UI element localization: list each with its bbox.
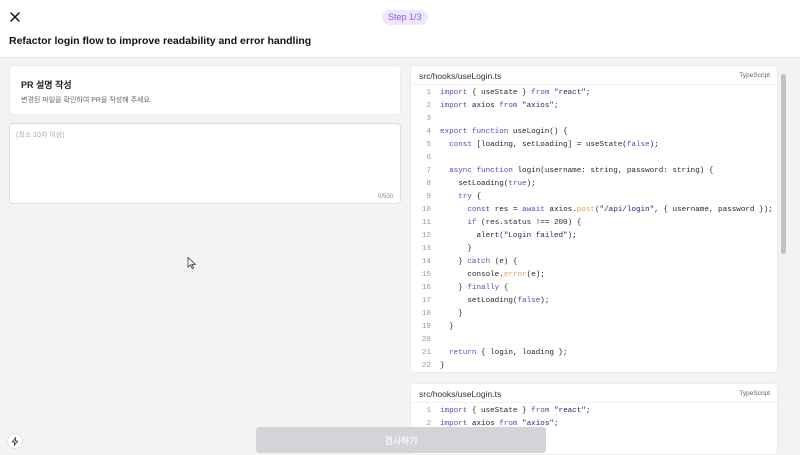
file-name: src/hooks/useLogin.ts bbox=[419, 389, 502, 399]
code-text: import { useState } from "react"; bbox=[440, 407, 591, 415]
line-number: 4 bbox=[426, 128, 431, 136]
code-text: } bbox=[440, 245, 472, 253]
line-number: 21 bbox=[421, 349, 431, 357]
line-number: 10 bbox=[421, 206, 431, 214]
pr-description-box: 0/500 bbox=[9, 123, 401, 204]
code-line: 2 import axios from "axios"; bbox=[411, 100, 777, 113]
code-text: import axios from "axios"; bbox=[440, 102, 559, 110]
close-button[interactable] bbox=[6, 8, 24, 26]
line-number: 13 bbox=[421, 245, 431, 253]
code-text: setLoading(false); bbox=[440, 297, 550, 305]
pr-description-card: PR 설명 작성 변경된 파일을 확인하여 PR을 작성해 주세요. bbox=[9, 65, 401, 115]
code-header: src/hooks/useLogin.ts TypeScript bbox=[411, 384, 777, 403]
code-body: 1 import { useState } from "react"; 2 impor… bbox=[411, 85, 777, 372]
code-line: 22} bbox=[411, 360, 777, 372]
code-line: 14 } catch (e) { bbox=[411, 256, 777, 269]
pr-description-subtitle: 변경된 파일을 확인하여 PR을 작성해 주세요. bbox=[21, 97, 152, 104]
line-number: 9 bbox=[426, 193, 431, 201]
code-viewer-1: src/hooks/useLogin.ts TypeScript 1 import… bbox=[410, 65, 778, 373]
code-line: 10 const res = await axios.post("/api/lo… bbox=[411, 204, 777, 217]
code-text: const [loading, setLoading] = useState(f… bbox=[449, 141, 659, 149]
code-line: 20 bbox=[411, 334, 777, 347]
char-count: 0/500 bbox=[377, 194, 393, 200]
line-number: 1 bbox=[426, 89, 431, 97]
submit-button[interactable]: 검사하기 bbox=[256, 427, 546, 453]
pr-description-input[interactable] bbox=[10, 124, 400, 203]
line-number: 22 bbox=[421, 362, 431, 370]
mouse-cursor-icon bbox=[187, 257, 197, 269]
code-text: try { bbox=[458, 193, 482, 201]
step-badge: Step 1/3 bbox=[382, 10, 428, 25]
line-number: 15 bbox=[421, 271, 431, 279]
file-name: src/hooks/useLogin.ts bbox=[419, 71, 502, 81]
code-text: } bbox=[440, 323, 454, 331]
line-number: 20 bbox=[421, 336, 431, 344]
code-text: const res = await axios.post("/api/login… bbox=[467, 206, 773, 214]
line-number: 16 bbox=[421, 284, 431, 292]
code-text: } catch (e) { bbox=[440, 258, 518, 266]
code-text: } bbox=[440, 310, 463, 318]
line-number: 11 bbox=[421, 219, 431, 227]
code-line: 17 setLoading(false); bbox=[411, 295, 777, 308]
line-number: 1 bbox=[426, 407, 431, 415]
code-text: return { login, loading }; bbox=[449, 349, 568, 357]
quick-action-button[interactable] bbox=[7, 433, 23, 449]
code-line: 19 } bbox=[411, 321, 777, 334]
code-line: 3 bbox=[411, 113, 777, 126]
close-icon bbox=[10, 12, 20, 22]
top-bar: Step 1/3 Refactor login flow to improve … bbox=[0, 0, 800, 58]
code-text: alert("Login failed"); bbox=[440, 232, 577, 240]
pr-description-title: PR 설명 작성 bbox=[21, 80, 72, 90]
line-number: 14 bbox=[421, 258, 431, 266]
code-line: 13 } bbox=[411, 243, 777, 256]
line-number: 7 bbox=[426, 167, 431, 175]
language-tag: TypeScript bbox=[739, 390, 770, 397]
code-text: import { useState } from "react"; bbox=[440, 89, 591, 97]
code-text: setLoading(true); bbox=[440, 180, 536, 188]
code-line: 7 async function login(username: string,… bbox=[411, 165, 777, 178]
code-text: async function login(username: string, p… bbox=[449, 167, 714, 175]
line-number: 3 bbox=[426, 115, 431, 123]
code-line: 5 const [loading, setLoading] = useState… bbox=[411, 139, 777, 152]
line-number: 17 bbox=[421, 297, 431, 305]
scrollbar-track[interactable] bbox=[781, 66, 787, 446]
code-line: 11 if (res.status !== 200) { bbox=[411, 217, 777, 230]
language-tag: TypeScript bbox=[739, 72, 770, 79]
line-number: 5 bbox=[426, 141, 431, 149]
line-number: 8 bbox=[426, 180, 431, 188]
code-line: 1 import { useState } from "react"; bbox=[411, 87, 777, 100]
code-text: if (res.status !== 200) { bbox=[467, 219, 582, 227]
line-number: 19 bbox=[421, 323, 431, 331]
line-number: 18 bbox=[421, 310, 431, 318]
code-text: console.error(e); bbox=[440, 271, 545, 279]
code-line: 1 import { useState } from "react"; bbox=[411, 405, 777, 418]
code-line: 9 try { bbox=[411, 191, 777, 204]
scrollbar-thumb[interactable] bbox=[781, 74, 786, 254]
code-line: 18 } bbox=[411, 308, 777, 321]
code-line: 15 console.error(e); bbox=[411, 269, 777, 282]
code-line: 8 setLoading(true); bbox=[411, 178, 777, 191]
code-line: 4 export function useLogin() { bbox=[411, 126, 777, 139]
code-header: src/hooks/useLogin.ts TypeScript bbox=[411, 66, 777, 85]
line-number: 2 bbox=[426, 102, 431, 110]
code-line: 21 return { login, loading }; bbox=[411, 347, 777, 360]
line-number: 12 bbox=[421, 232, 431, 240]
code-line: 6 bbox=[411, 152, 777, 165]
code-text: } finally { bbox=[440, 284, 509, 292]
code-line: 16 } finally { bbox=[411, 282, 777, 295]
line-number: 6 bbox=[426, 154, 431, 162]
page-title: Refactor login flow to improve readabili… bbox=[9, 35, 312, 47]
bolt-icon bbox=[11, 436, 19, 446]
code-text: export function useLogin() { bbox=[440, 128, 568, 136]
code-line: 12 alert("Login failed"); bbox=[411, 230, 777, 243]
code-text: } bbox=[440, 362, 445, 370]
